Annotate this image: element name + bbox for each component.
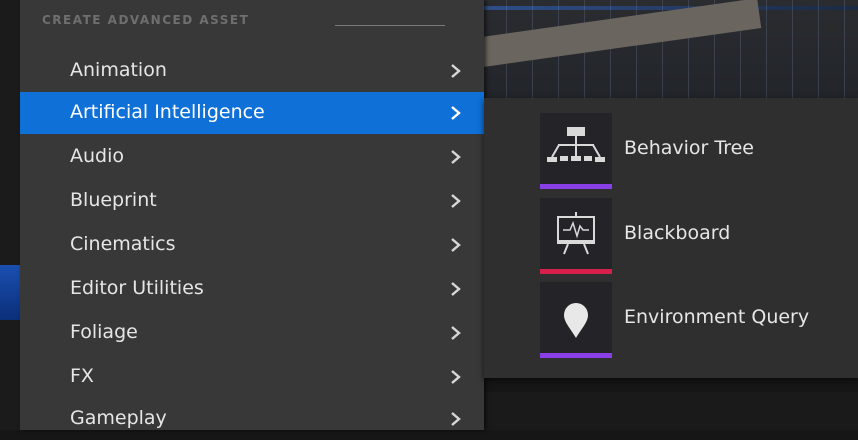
chevron-right-icon (451, 106, 461, 120)
menu-item-editor-utilities[interactable]: Editor Utilities (20, 268, 484, 310)
menu-item-label: Foliage (70, 321, 138, 343)
asset-thumbnail (540, 282, 612, 358)
blackboard-icon (557, 212, 595, 255)
menu-item-label: Blueprint (70, 189, 157, 211)
menu-item-animation[interactable]: Animation (20, 50, 484, 92)
chevron-right-icon (451, 150, 461, 164)
asset-type-bar (540, 353, 612, 358)
section-header: CREATE ADVANCED ASSET (42, 13, 250, 27)
background-bottom (480, 392, 858, 430)
menu-item-label: Audio (70, 145, 125, 167)
chevron-right-icon (451, 194, 461, 208)
asset-thumbnail (540, 113, 612, 189)
background-viewport (480, 0, 858, 98)
menu-item-blueprint[interactable]: Blueprint (20, 180, 484, 222)
menu-item-audio[interactable]: Audio (20, 136, 484, 178)
background-left (0, 0, 20, 430)
submenu-item-label: Blackboard (624, 222, 731, 244)
menu-item-label: Gameplay (70, 407, 167, 429)
create-advanced-asset-menu: CREATE ADVANCED ASSET Animation Artifici… (20, 0, 484, 430)
chevron-right-icon (451, 370, 461, 384)
menu-item-cinematics[interactable]: Cinematics (20, 224, 484, 266)
chevron-right-icon (451, 282, 461, 296)
menu-item-artificial-intelligence[interactable]: Artificial Intelligence (20, 92, 484, 134)
submenu-item-environment-query[interactable]: Environment Query (540, 282, 858, 362)
behavior-tree-icon (547, 127, 605, 162)
submenu-item-label: Environment Query (624, 306, 810, 328)
asset-type-bar (540, 184, 612, 189)
submenu-item-behavior-tree[interactable]: Behavior Tree (540, 113, 858, 193)
chevron-right-icon (451, 412, 461, 426)
section-divider (335, 25, 445, 26)
submenu-item-blackboard[interactable]: Blackboard (540, 198, 858, 278)
menu-item-label: Editor Utilities (70, 277, 204, 299)
menu-item-label: Artificial Intelligence (70, 101, 265, 123)
menu-item-gameplay[interactable]: Gameplay (20, 398, 484, 440)
chevron-right-icon (451, 238, 461, 252)
map-pin-icon (564, 303, 588, 338)
chevron-right-icon (451, 64, 461, 78)
chevron-right-icon (451, 326, 461, 340)
submenu-item-label: Behavior Tree (624, 137, 754, 159)
asset-type-bar (540, 269, 612, 274)
menu-item-foliage[interactable]: Foliage (20, 312, 484, 354)
menu-item-label: Animation (70, 59, 167, 81)
asset-thumbnail (540, 198, 612, 274)
menu-item-label: Cinematics (70, 233, 176, 255)
menu-item-fx[interactable]: FX (20, 356, 484, 398)
background-viewport-fragment (0, 265, 20, 320)
artificial-intelligence-submenu: Behavior Tree Blackboard Environment Que… (484, 98, 858, 378)
menu-item-label: FX (70, 365, 94, 387)
